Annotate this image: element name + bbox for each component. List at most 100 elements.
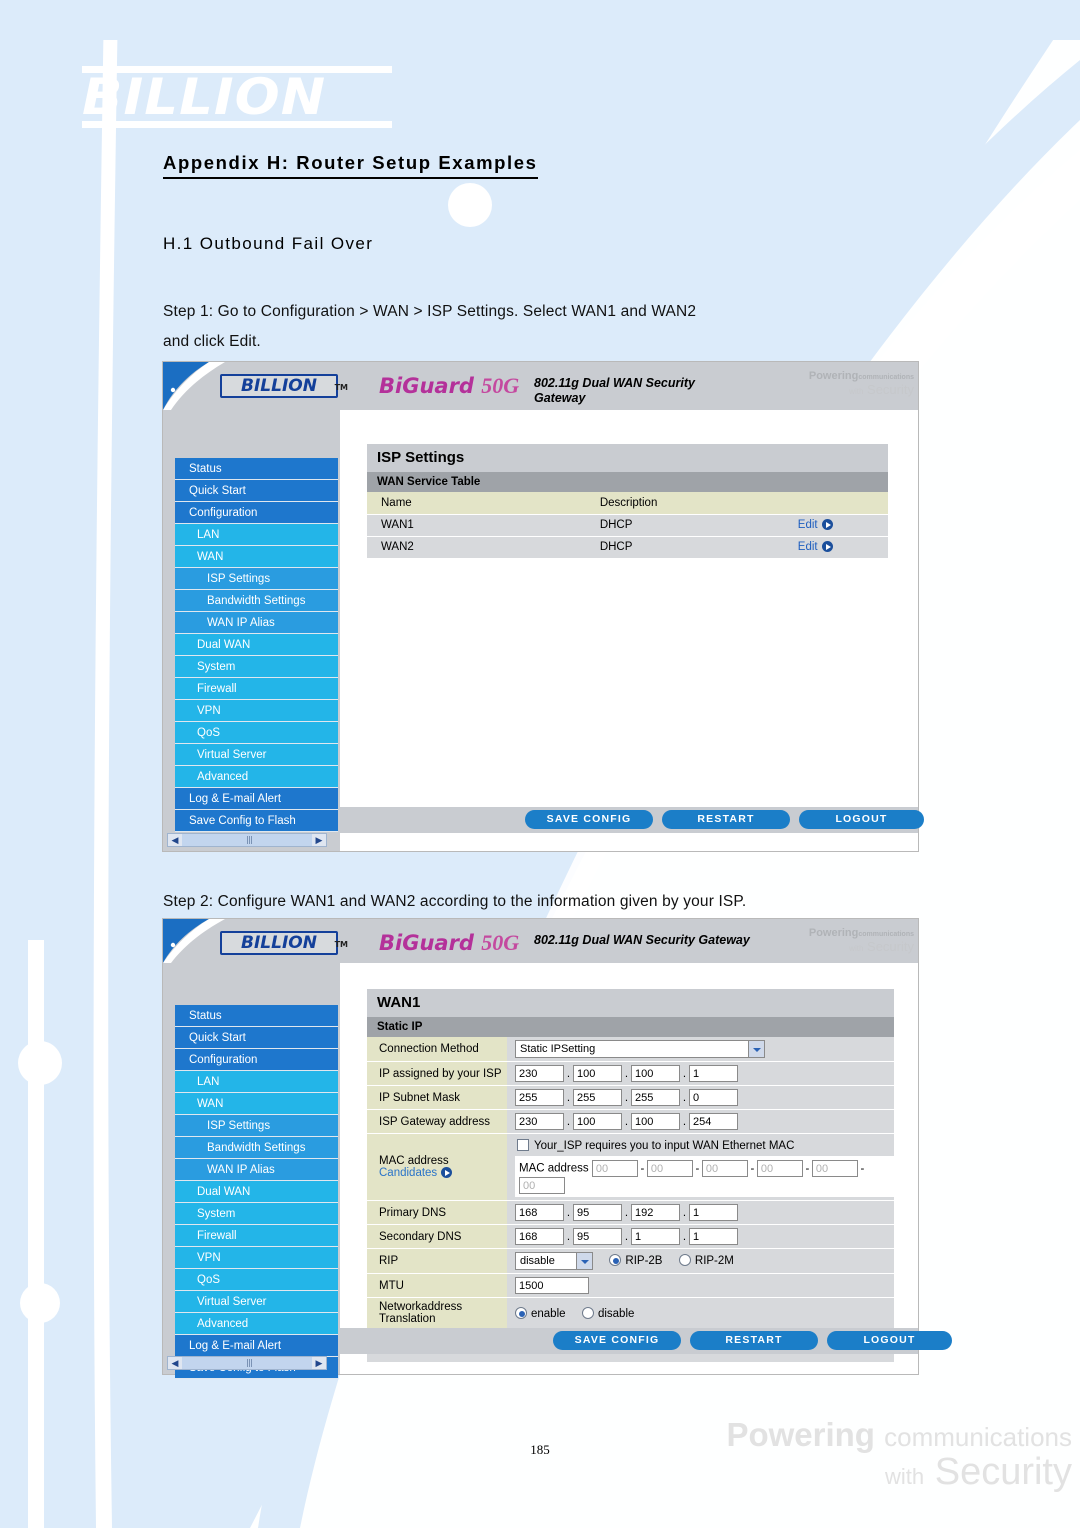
mac-octet-1[interactable]: 00 xyxy=(591,1160,638,1177)
candidates-label[interactable]: Candidates xyxy=(379,1167,437,1179)
sidebar-item-qos[interactable]: QoS xyxy=(175,1269,338,1291)
secondary-dns-octet-2[interactable]: 95 xyxy=(573,1228,622,1245)
primary-dns-octet-4[interactable]: 1 xyxy=(689,1204,738,1221)
scroll-left-arrow-icon[interactable]: ◀ xyxy=(168,834,182,846)
ip-octet-2[interactable]: 100 xyxy=(573,1065,622,1082)
cell-wan-edit[interactable]: Edit xyxy=(783,536,888,559)
mask-octet-1[interactable]: 255 xyxy=(515,1089,564,1106)
gateway-octet-2[interactable]: 100 xyxy=(573,1113,622,1130)
sidebar-item-vpn[interactable]: VPN xyxy=(175,700,338,722)
sidebar-item-firewall[interactable]: Firewall xyxy=(175,678,338,700)
sidebar-item-lan[interactable]: LAN xyxy=(175,524,338,546)
restart-button[interactable]: RESTART xyxy=(690,1331,818,1350)
sidebar-item-wan-ip-alias[interactable]: WAN IP Alias xyxy=(175,612,338,634)
logout-button[interactable]: LOGOUT xyxy=(827,1331,952,1350)
mac-octet-4[interactable]: 00 xyxy=(756,1160,803,1177)
secondary-dns-octet-1[interactable]: 168 xyxy=(515,1228,564,1245)
sidebar-item-wan[interactable]: WAN xyxy=(175,1093,338,1115)
sidebar-item-qos[interactable]: QoS xyxy=(175,722,338,744)
sidebar-item-virtual-server[interactable]: Virtual Server xyxy=(175,744,338,766)
sidebar-item-system[interactable]: System xyxy=(175,1203,338,1225)
field-mtu[interactable]: 1500 xyxy=(507,1273,894,1298)
ip-octet-1[interactable]: 230 xyxy=(515,1065,564,1082)
primary-dns-octet-2[interactable]: 95 xyxy=(573,1204,622,1221)
mac-octet-6[interactable]: 00 xyxy=(519,1177,565,1194)
nat-enable-radio[interactable] xyxy=(515,1306,527,1319)
sidebar-item-status[interactable]: Status xyxy=(175,1005,338,1027)
secondary-dns-octet-3[interactable]: 1 xyxy=(631,1228,680,1245)
field-mac-address[interactable]: Your_ISP requires you to input WAN Ether… xyxy=(507,1133,894,1201)
scroll-thumb[interactable] xyxy=(182,834,312,846)
sidebar-item-lan[interactable]: LAN xyxy=(175,1071,338,1093)
field-isp-gateway[interactable]: 230. 100. 100. 254 xyxy=(507,1109,894,1134)
rip-select[interactable]: disable xyxy=(515,1252,593,1270)
primary-dns-octet-1[interactable]: 168 xyxy=(515,1204,564,1221)
mac-octet-2[interactable]: 00 xyxy=(646,1160,693,1177)
sidebar-item-isp-settings[interactable]: ISP Settings xyxy=(175,568,338,590)
mac-octet-3[interactable]: 00 xyxy=(701,1160,748,1177)
field-nat[interactable]: enable disable xyxy=(507,1297,894,1329)
mask-octet-2[interactable]: 255 xyxy=(573,1089,622,1106)
sidebar-item-isp-settings[interactable]: ISP Settings xyxy=(175,1115,338,1137)
sidebar-item-log-email-alert[interactable]: Log & E-mail Alert xyxy=(175,788,338,810)
scroll-thumb[interactable] xyxy=(182,1357,312,1369)
save-config-button[interactable]: SAVE CONFIG xyxy=(553,1331,681,1350)
gateway-octet-1[interactable]: 230 xyxy=(515,1113,564,1130)
restart-button[interactable]: RESTART xyxy=(662,810,790,829)
sidebar-item-configuration[interactable]: Configuration xyxy=(175,502,338,524)
field-secondary-dns[interactable]: 168. 95. 1. 1 xyxy=(507,1224,894,1249)
field-primary-dns[interactable]: 168. 95. 192. 1 xyxy=(507,1200,894,1225)
sidebar-item-status[interactable]: Status xyxy=(175,458,338,480)
sidebar-item-dual-wan[interactable]: Dual WAN xyxy=(175,1181,338,1203)
mac-octet-5[interactable]: 00 xyxy=(811,1160,858,1177)
play-arrow-icon[interactable] xyxy=(441,1167,453,1178)
mac-octets-row[interactable]: MAC address 00-00-00-00-00 -00 xyxy=(515,1156,894,1197)
logout-button[interactable]: LOGOUT xyxy=(799,810,924,829)
mask-octet-4[interactable]: 0 xyxy=(689,1089,738,1106)
field-ip-assigned[interactable]: 230. 100. 100. 1 xyxy=(507,1061,894,1086)
sidebar-item-dual-wan[interactable]: Dual WAN xyxy=(175,634,338,656)
scroll-right-arrow-icon[interactable]: ▶ xyxy=(312,834,326,846)
field-rip[interactable]: disable RIP-2B RIP-2M xyxy=(507,1248,894,1274)
sidebar-item-quick-start[interactable]: Quick Start xyxy=(175,1027,338,1049)
primary-dns-octet-3[interactable]: 192 xyxy=(631,1204,680,1221)
sidebar-item-firewall[interactable]: Firewall xyxy=(175,1225,338,1247)
edit-link-wan2[interactable]: Edit xyxy=(798,541,818,553)
mtu-input[interactable]: 1500 xyxy=(515,1277,589,1294)
ip-octet-3[interactable]: 100 xyxy=(631,1065,680,1082)
sidebar-item-virtual-server[interactable]: Virtual Server xyxy=(175,1291,338,1313)
rip-2b-radio[interactable] xyxy=(609,1254,622,1267)
mac-checkbox-row[interactable]: Your_ISP requires you to input WAN Ether… xyxy=(515,1137,894,1156)
mac-required-checkbox[interactable] xyxy=(517,1139,529,1151)
field-connection-method[interactable]: Static IPSetting xyxy=(507,1037,894,1062)
play-arrow-icon[interactable] xyxy=(821,519,833,530)
cell-wan-edit[interactable]: Edit xyxy=(783,514,888,537)
mask-octet-3[interactable]: 255 xyxy=(631,1089,680,1106)
sidebar-item-configuration[interactable]: Configuration xyxy=(175,1049,338,1071)
sidebar-item-bandwidth-settings[interactable]: Bandwidth Settings xyxy=(175,590,338,612)
nat-disable-radio[interactable] xyxy=(581,1306,594,1319)
field-subnet-mask[interactable]: 255. 255. 255. 0 xyxy=(507,1085,894,1110)
sidebar-item-quick-start[interactable]: Quick Start xyxy=(175,480,338,502)
secondary-dns-octet-4[interactable]: 1 xyxy=(689,1228,738,1245)
sidebar-item-wan-ip-alias[interactable]: WAN IP Alias xyxy=(175,1159,338,1181)
horizontal-scrollbar[interactable]: ◀ ▶ xyxy=(167,833,327,847)
sidebar-item-save-config-to-flash[interactable]: Save Config to Flash xyxy=(175,810,338,832)
ip-octet-4[interactable]: 1 xyxy=(689,1065,738,1082)
sidebar-item-bandwidth-settings[interactable]: Bandwidth Settings xyxy=(175,1137,338,1159)
edit-link-wan1[interactable]: Edit xyxy=(798,519,818,531)
sidebar-item-log-email-alert[interactable]: Log & E-mail Alert xyxy=(175,1335,338,1357)
connection-method-select[interactable]: Static IPSetting xyxy=(515,1040,765,1058)
sidebar-item-wan[interactable]: WAN xyxy=(175,546,338,568)
gateway-octet-3[interactable]: 100 xyxy=(631,1113,680,1130)
sidebar-item-system[interactable]: System xyxy=(175,656,338,678)
mac-candidates-link[interactable]: Candidates xyxy=(379,1167,507,1179)
sidebar-item-vpn[interactable]: VPN xyxy=(175,1247,338,1269)
save-config-button[interactable]: SAVE CONFIG xyxy=(525,810,653,829)
scroll-right-arrow-icon[interactable]: ▶ xyxy=(312,1357,326,1369)
sidebar-item-advanced[interactable]: Advanced xyxy=(175,766,338,788)
rip-2m-radio[interactable] xyxy=(678,1254,691,1267)
scroll-left-arrow-icon[interactable]: ◀ xyxy=(168,1357,182,1369)
play-arrow-icon[interactable] xyxy=(821,541,833,552)
horizontal-scrollbar[interactable]: ◀ ▶ xyxy=(167,1356,327,1370)
